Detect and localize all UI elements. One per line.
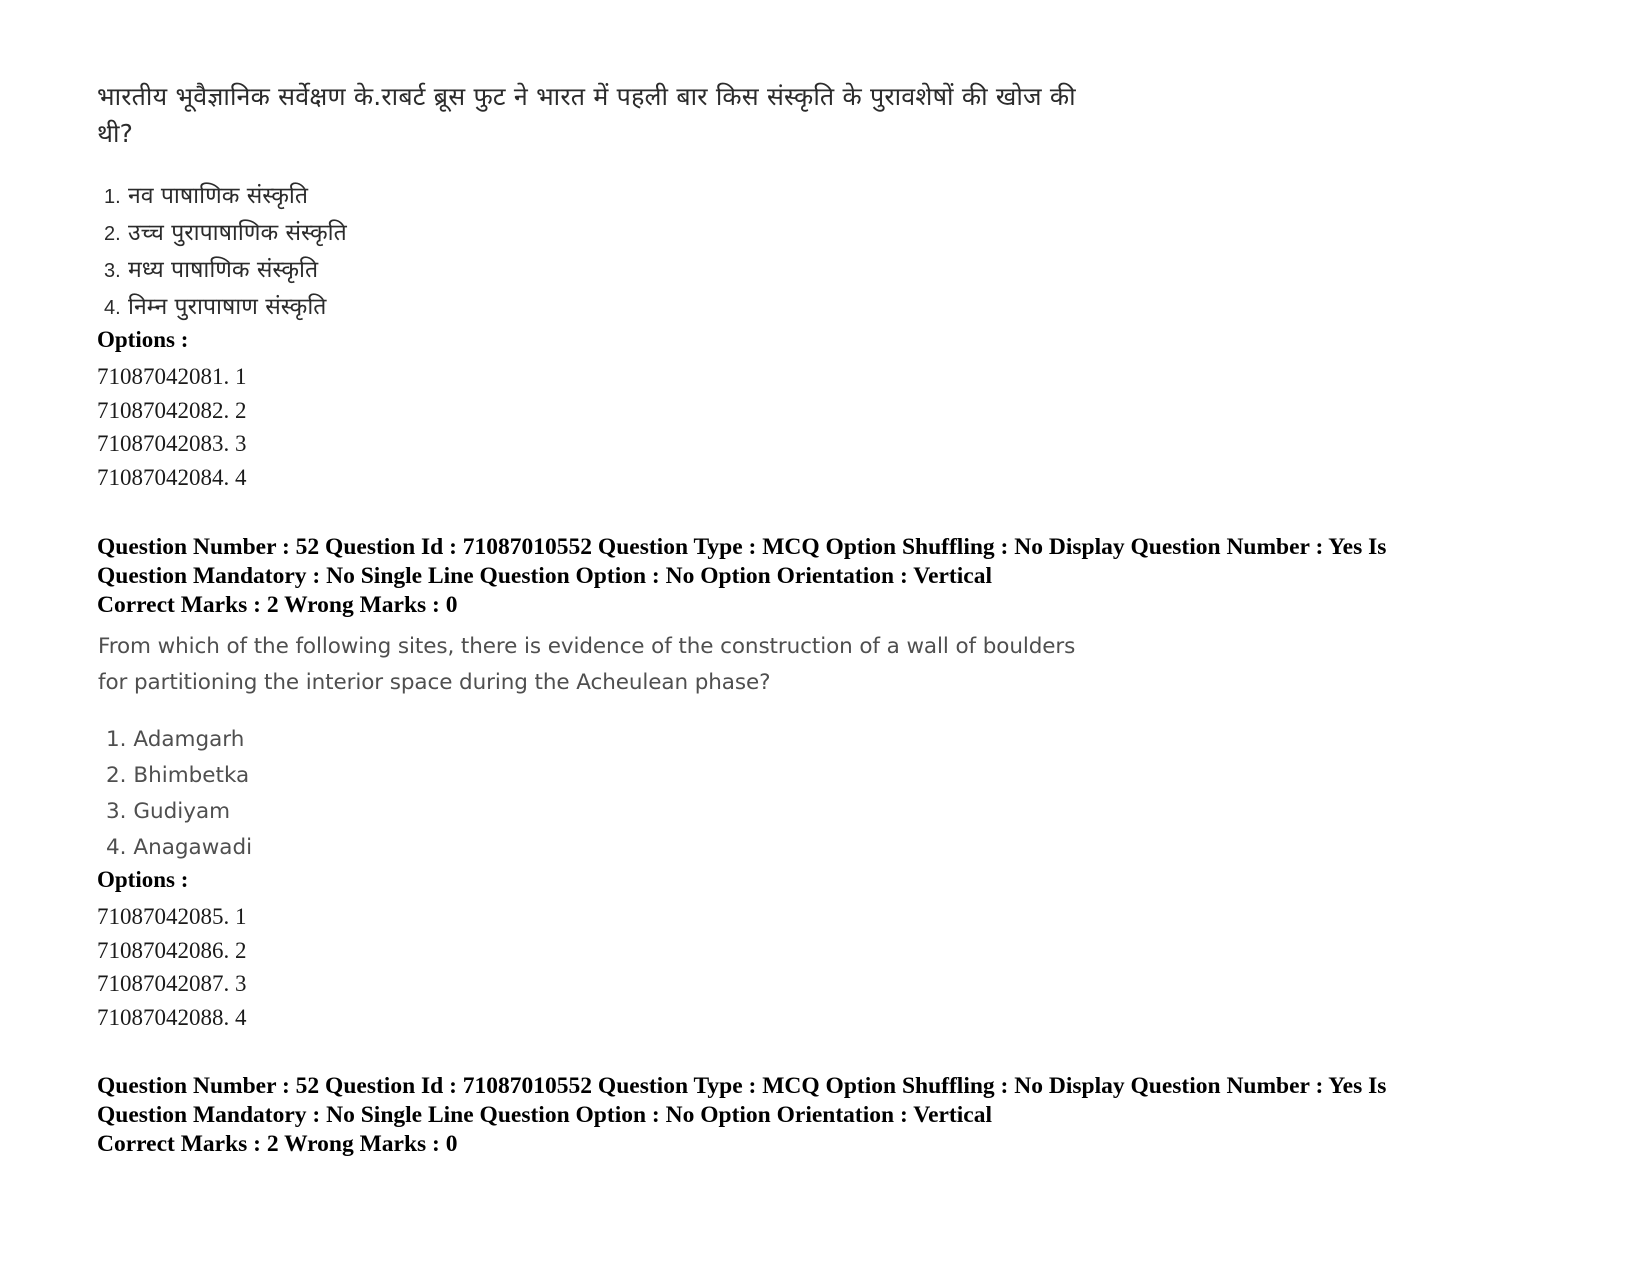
question-text-hindi: भारतीय भूवैज्ञानिक सर्वेक्षण के.राबर्ट ब… <box>97 82 1076 148</box>
metadata-line-mandatory: Question Mandatory : No Single Line Ques… <box>97 1102 992 1128</box>
option-label: Anagawadi <box>133 835 253 860</box>
metadata-line-identity: Question Number : 52 Question Id : 71087… <box>97 1073 1387 1099</box>
answer-option[interactable]: 2. Bhimbetka <box>106 758 252 794</box>
answer-option[interactable]: 3. Gudiyam <box>106 794 252 830</box>
option-number: 2. <box>106 763 127 788</box>
options-heading: Options : <box>97 867 189 892</box>
question-text-english-line1: From which of the following sites, there… <box>98 634 1076 659</box>
option-number: 4. <box>106 835 127 860</box>
option-id-item: 71087042086. 2 <box>97 937 247 963</box>
metadata-line-identity: Question Number : 52 Question Id : 71087… <box>97 534 1387 560</box>
question-text-english-line2: for partitioning the interior space duri… <box>98 670 771 695</box>
answer-option[interactable]: 1. Adamgarh <box>106 722 252 758</box>
options-heading: Options : <box>97 327 189 352</box>
metadata-line-marks: Correct Marks : 2 Wrong Marks : 0 <box>97 1131 458 1157</box>
option-label: Gudiyam <box>133 799 231 824</box>
option-number: 2. <box>104 223 121 245</box>
option-id-list-english: 71087042085. 1 71087042086. 2 7108704208… <box>97 900 247 1034</box>
option-id-item: 71087042085. 1 <box>97 904 247 929</box>
option-id-item: 71087042087. 3 <box>97 971 247 996</box>
option-label: Bhimbetka <box>133 763 250 788</box>
metadata-line-mandatory: Question Mandatory : No Single Line Ques… <box>97 563 992 589</box>
option-id-item: 71087042088. 4 <box>97 1004 247 1030</box>
option-label: मध्य पाषाणिक संस्कृति <box>128 257 319 283</box>
option-label: उच्च पुरापाषाणिक संस्कृति <box>128 220 347 246</box>
option-label: Adamgarh <box>133 727 245 752</box>
option-id-item: 71087042082. 2 <box>97 397 247 423</box>
option-number: 1. <box>104 186 121 208</box>
option-id-item: 71087042084. 4 <box>97 464 247 490</box>
question-metadata-block: Question Number : 52 Question Id : 71087… <box>97 1072 1417 1159</box>
option-id-item: 71087042081. 1 <box>97 364 247 389</box>
option-number: 1. <box>106 727 127 752</box>
answer-options-english: 1. Adamgarh 2. Bhimbetka 3. Gudiyam 4. A… <box>106 722 252 866</box>
option-number: 3. <box>104 260 121 282</box>
answer-option[interactable]: 3. मध्य पाषाणिक संस्कृति <box>104 252 704 289</box>
answer-option[interactable]: 2. उच्च पुरापाषाणिक संस्कृति <box>104 215 704 252</box>
document-page: भारतीय भूवैज्ञानिक सर्वेक्षण के.राबर्ट ब… <box>0 0 1650 1275</box>
option-number: 3. <box>106 799 127 824</box>
option-id-item: 71087042083. 3 <box>97 431 247 456</box>
metadata-line-marks: Correct Marks : 2 Wrong Marks : 0 <box>97 592 458 618</box>
option-label: नव पाषाणिक संस्कृति <box>128 183 308 209</box>
answer-option[interactable]: 4. निम्न पुरापाषाण संस्कृति <box>104 289 704 326</box>
option-label: निम्न पुरापाषाण संस्कृति <box>128 294 327 320</box>
question-metadata-block: Question Number : 52 Question Id : 71087… <box>97 533 1417 620</box>
answer-option[interactable]: 4. Anagawadi <box>106 830 252 866</box>
answer-option[interactable]: 1. नव पाषाणिक संस्कृति <box>104 178 704 215</box>
option-id-list-hindi: 71087042081. 1 71087042082. 2 7108704208… <box>97 360 247 494</box>
answer-options-hindi: 1. नव पाषाणिक संस्कृति 2. उच्च पुरापाषाण… <box>104 178 704 326</box>
option-number: 4. <box>104 297 121 319</box>
